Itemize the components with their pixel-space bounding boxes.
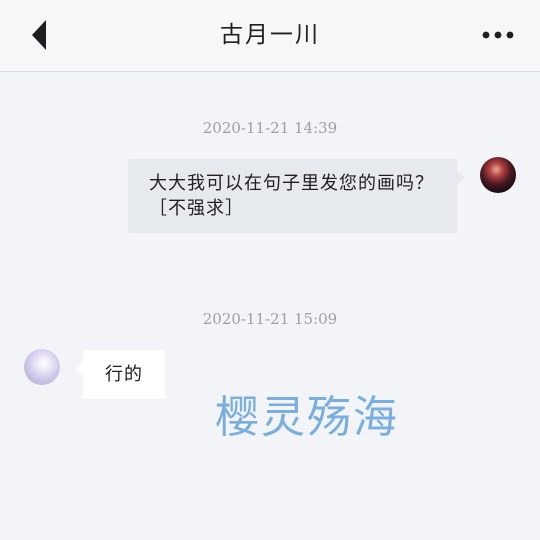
incoming-message-bubble[interactable]: 行的	[75, 350, 165, 399]
message-timestamp: 2020-11-21 15:09	[202, 310, 338, 328]
contact-avatar[interactable]	[24, 349, 60, 385]
navigation-bar: 古月一川	[0, 0, 540, 72]
more-options-button[interactable]	[478, 20, 518, 50]
message-text: 大大我可以在句子里发您的画吗？［不强求］	[149, 173, 434, 219]
my-avatar[interactable]	[480, 157, 516, 193]
watermark-text: 樱灵殇海	[215, 392, 399, 443]
outgoing-message-bubble[interactable]: 大大我可以在句子里发您的画吗？［不强求］	[128, 159, 465, 233]
message-text: 行的	[105, 364, 143, 385]
more-horizontal-icon	[482, 31, 514, 39]
conversation-title: 古月一川	[220, 22, 320, 48]
message-timestamp: 2020-11-21 14:39	[202, 119, 338, 137]
